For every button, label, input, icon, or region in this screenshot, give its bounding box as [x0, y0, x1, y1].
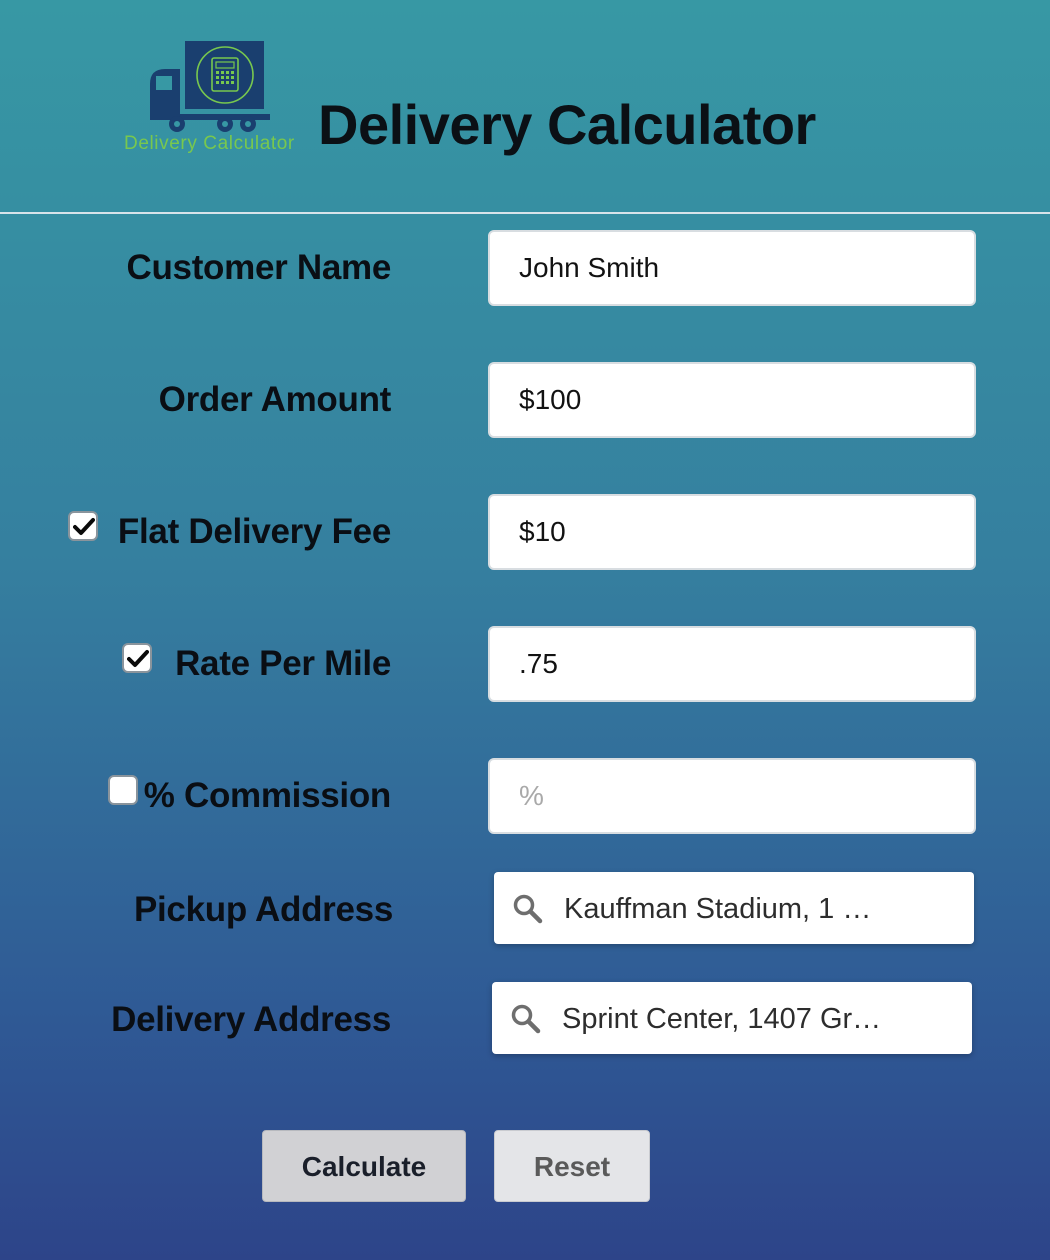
commission-input[interactable] [488, 758, 976, 834]
checkmark-icon [127, 650, 149, 667]
flat-delivery-fee-checkbox[interactable] [68, 511, 98, 541]
commission-label: % Commission [143, 776, 392, 815]
order-amount-label: Order Amount [158, 380, 392, 419]
logo-caption: Delivery Calculator [124, 133, 295, 154]
rate-per-mile-checkbox[interactable] [122, 643, 152, 673]
order-amount-input[interactable] [488, 362, 976, 438]
pickup-address-value: Kauffman Stadium, 1 … [564, 893, 872, 925]
rate-per-mile-label: Rate Per Mile [175, 644, 391, 683]
reset-button[interactable]: Reset [494, 1130, 650, 1202]
commission-checkbox[interactable] [108, 775, 138, 805]
rate-per-mile-input[interactable] [488, 626, 976, 702]
pickup-address-label: Pickup Address [133, 890, 393, 929]
flat-delivery-fee-input[interactable] [488, 494, 976, 570]
header-divider [0, 212, 1050, 214]
calculate-button[interactable]: Calculate [262, 1130, 466, 1202]
customer-name-input[interactable] [488, 230, 976, 306]
delivery-address-value: Sprint Center, 1407 Gr… [562, 1003, 882, 1035]
page-title: Delivery Calculator [318, 93, 816, 156]
pickup-address-search[interactable]: Kauffman Stadium, 1 … [494, 872, 974, 944]
flat-delivery-fee-label: Flat Delivery Fee [117, 512, 391, 551]
checkmark-icon [73, 518, 95, 535]
delivery-address-label: Delivery Address [111, 1000, 391, 1039]
delivery-address-search[interactable]: Sprint Center, 1407 Gr… [492, 982, 972, 1054]
app-header: Delivery Calculator Delivery Calculator [0, 0, 1050, 213]
customer-name-label: Customer Name [126, 248, 391, 287]
search-icon [511, 1004, 541, 1034]
search-icon [513, 894, 543, 924]
